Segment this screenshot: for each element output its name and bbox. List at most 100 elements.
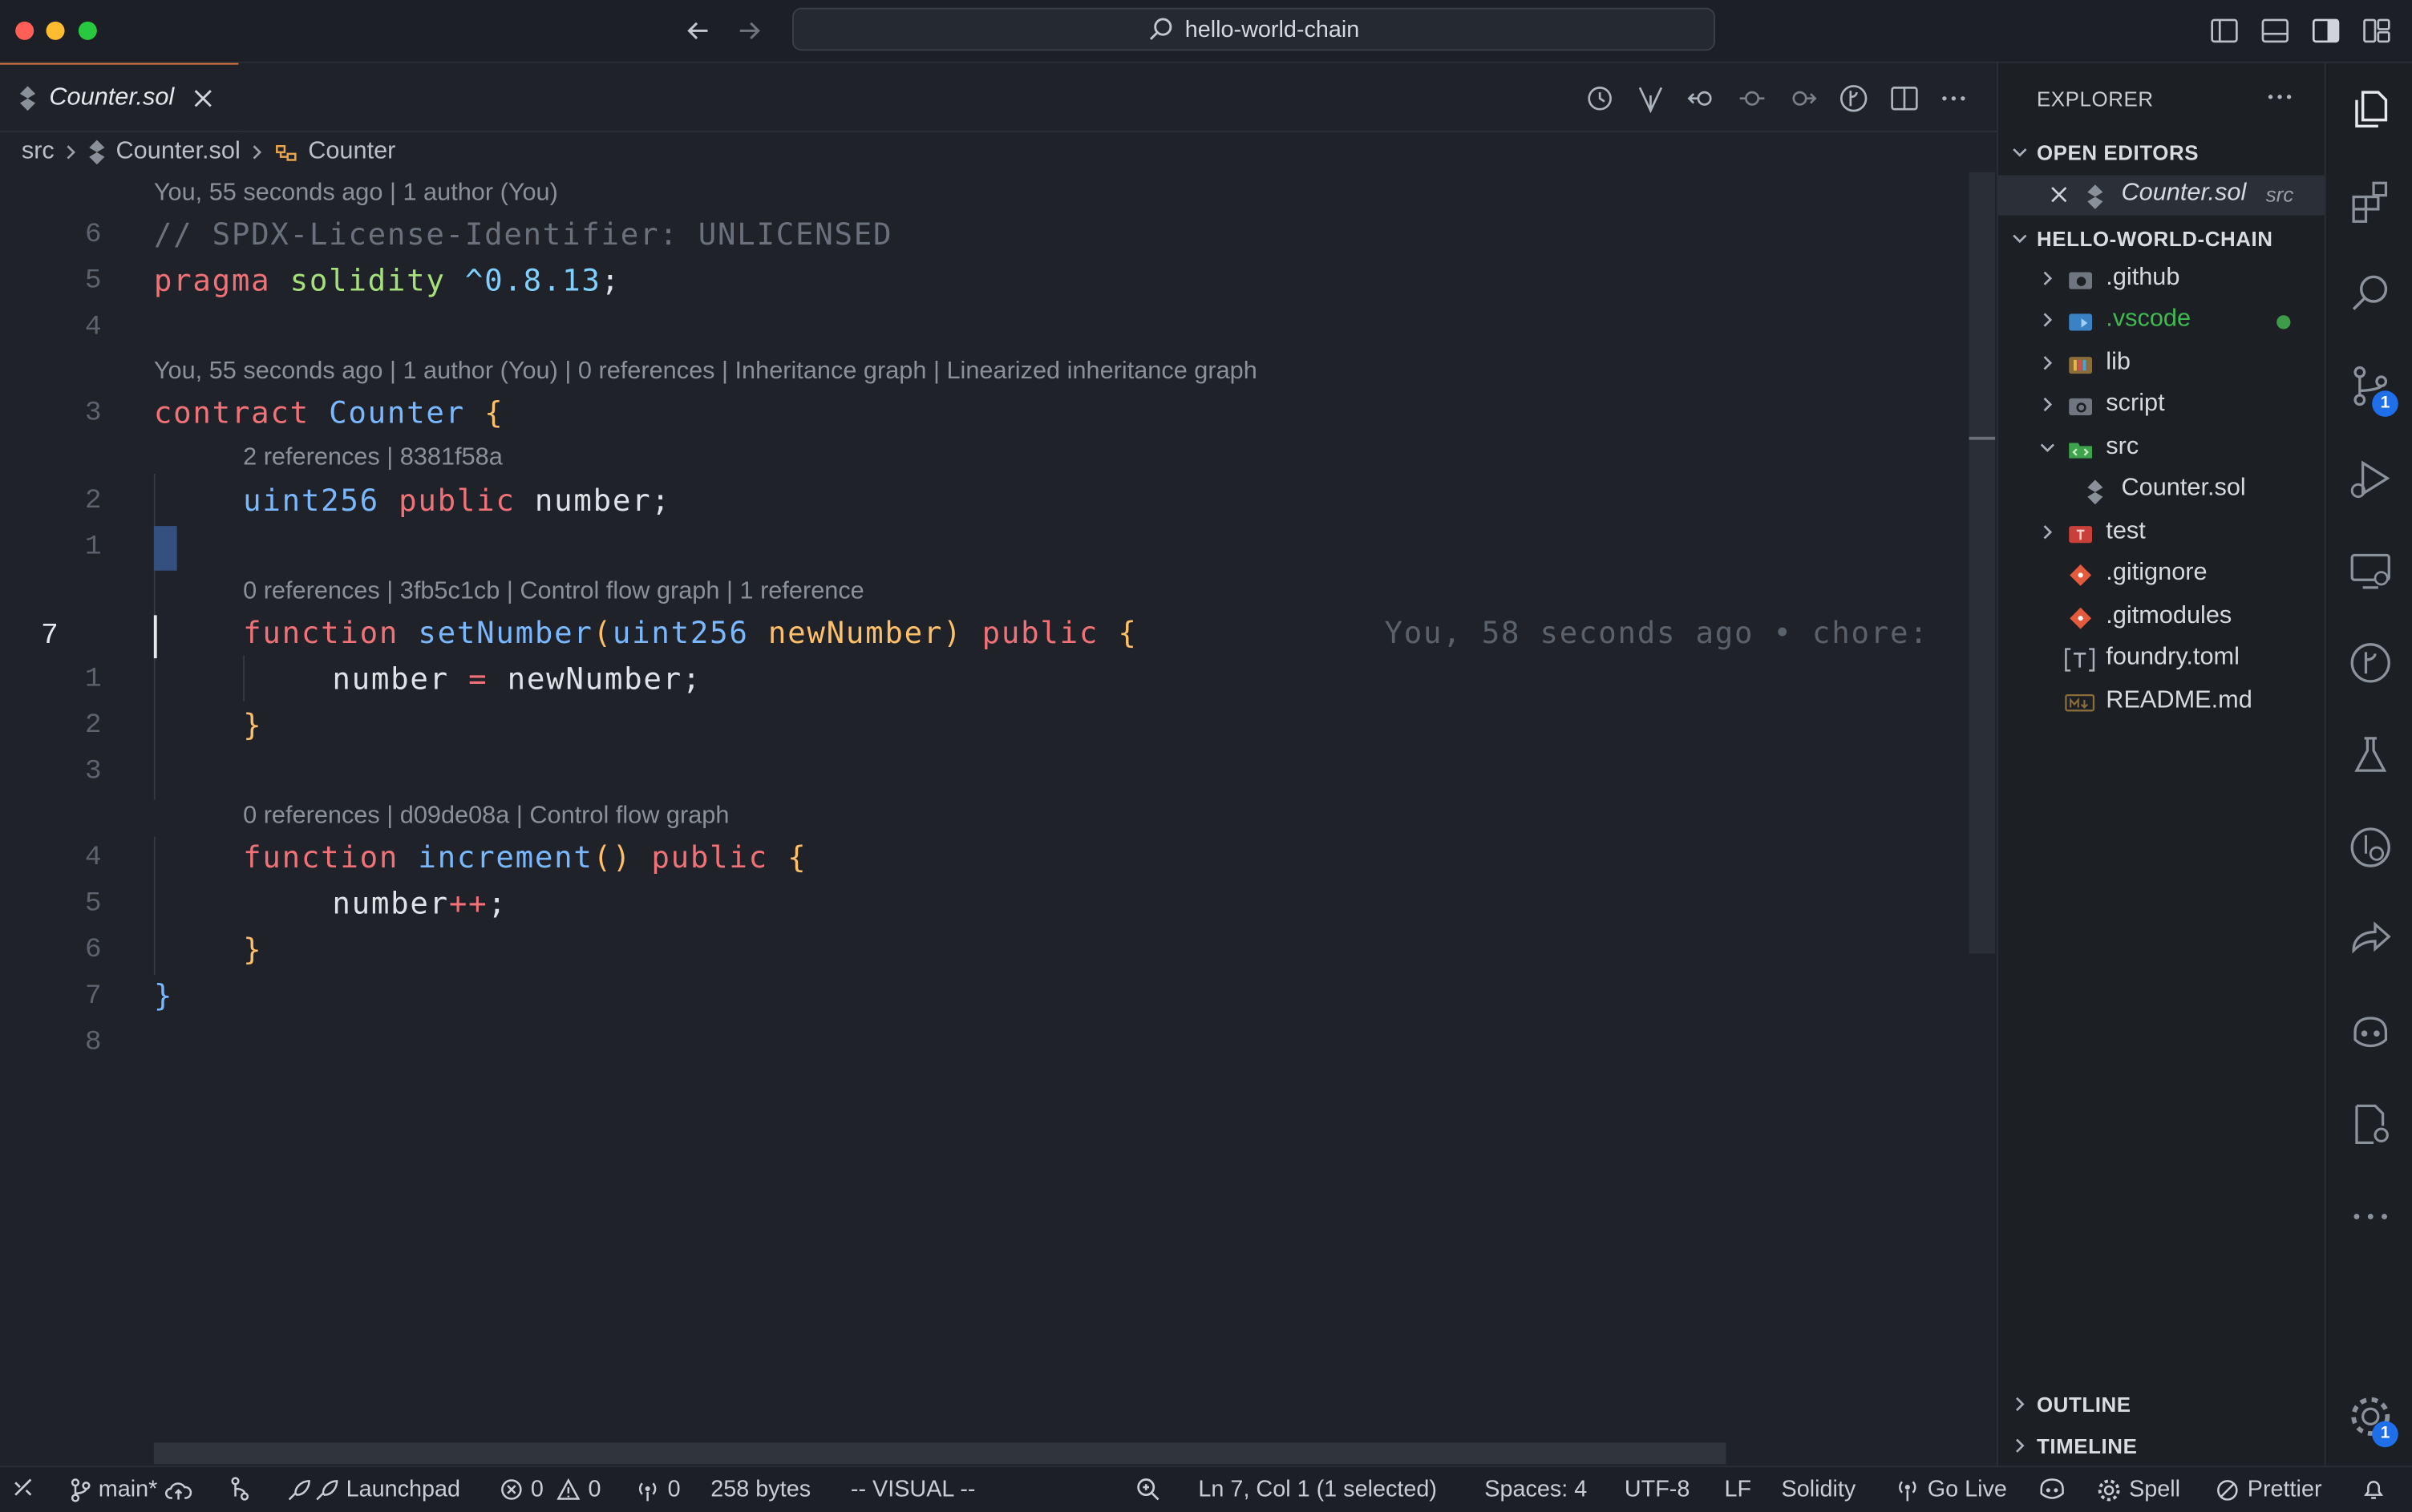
- tree-file-counter-sol[interactable]: Counter.sol: [1998, 471, 2325, 511]
- run-debug-icon[interactable]: [2347, 455, 2394, 502]
- line-number: 2: [84, 486, 102, 517]
- commit-icon[interactable]: [1737, 83, 1767, 114]
- code-lens[interactable]: You, 55 seconds ago | 1 author (You): [154, 180, 558, 208]
- problems-indicator[interactable]: 0 0: [500, 1477, 601, 1502]
- tree-file-foundry-toml[interactable]: foundry.toml: [1998, 640, 2325, 680]
- spell-checker[interactable]: Spell: [2097, 1476, 2181, 1503]
- line-number: 4: [84, 312, 102, 343]
- go-live-button[interactable]: Go Live: [1895, 1477, 2007, 1502]
- cursor-position[interactable]: Ln 7, Col 1 (1 selected): [1198, 1477, 1437, 1503]
- more-views-icon[interactable]: [2347, 1194, 2394, 1240]
- remote-indicator[interactable]: [12, 1477, 34, 1498]
- zoom-icon[interactable]: [1135, 1477, 1162, 1503]
- open-editor-item[interactable]: Counter.sol src: [1998, 175, 2325, 216]
- tree-folder-vscode[interactable]: .vscode: [1998, 301, 2325, 342]
- code-lens[interactable]: 2 references | 8381f58a: [243, 444, 503, 472]
- tree-folder-script[interactable]: script: [1998, 386, 2325, 427]
- copilot-status-icon[interactable]: [2038, 1477, 2066, 1502]
- solidity-file-icon: [2086, 479, 2112, 505]
- explorer-files-icon[interactable]: [2347, 86, 2394, 132]
- settings-sync-icon[interactable]: [2347, 1102, 2394, 1148]
- branch-indicator[interactable]: main*: [69, 1477, 192, 1502]
- git-graph-icon[interactable]: [1838, 83, 1868, 114]
- next-change-icon[interactable]: [1787, 83, 1818, 114]
- tree-file-gitignore[interactable]: .gitignore: [1998, 556, 2325, 596]
- encoding[interactable]: UTF-8: [1625, 1477, 1690, 1503]
- selection-highlight: [153, 526, 177, 571]
- close-tab-icon[interactable]: [192, 87, 214, 108]
- language-mode[interactable]: Solidity: [1782, 1477, 1856, 1503]
- indentation[interactable]: Spaces: 4: [1484, 1477, 1587, 1503]
- tree-file-gitmodules[interactable]: .gitmodules: [1998, 598, 2325, 638]
- outline-header[interactable]: OUTLINE: [2037, 1393, 2131, 1417]
- code-lens[interactable]: You, 55 seconds ago | 1 author (You) | 0…: [154, 358, 1257, 386]
- gitlens-icon[interactable]: [2347, 824, 2394, 871]
- tree-folder-src[interactable]: src: [1998, 429, 2325, 469]
- toggle-panel-icon[interactable]: [2260, 15, 2290, 46]
- search-icon[interactable]: [2347, 271, 2394, 317]
- breadcrumb: src Counter.sol Counter: [22, 135, 395, 169]
- tree-label: .vscode: [2106, 305, 2191, 333]
- editor-horizontal-scrollbar[interactable]: [153, 1442, 1726, 1465]
- previous-change-icon[interactable]: [1686, 83, 1717, 114]
- forward-arrow-icon[interactable]: [734, 15, 764, 46]
- customize-layout-icon[interactable]: [2361, 15, 2392, 46]
- explorer-more-icon[interactable]: [2264, 82, 2295, 112]
- prettier-formatter[interactable]: Prettier: [2215, 1477, 2322, 1502]
- history-icon[interactable]: [1584, 83, 1615, 114]
- contract-name: Counter: [329, 395, 465, 431]
- chevron-right-icon: [2038, 266, 2057, 291]
- editor-vertical-scrollbar[interactable]: [1969, 172, 1996, 954]
- chevron-down-icon[interactable]: [2010, 141, 2029, 163]
- back-arrow-icon[interactable]: [683, 15, 714, 46]
- remote-explorer-icon[interactable]: [2347, 548, 2394, 594]
- tree-folder-github[interactable]: .github: [1998, 260, 2325, 300]
- more-actions-icon[interactable]: [1938, 83, 1969, 114]
- solidity-file-icon: [88, 139, 107, 167]
- ports-indicator[interactable]: 0: [635, 1477, 681, 1502]
- copilot-icon[interactable]: [2347, 1009, 2394, 1055]
- chevron-right-icon: [2038, 350, 2057, 375]
- toggle-primary-sidebar-icon[interactable]: [2209, 15, 2240, 46]
- spell-label: Spell: [2129, 1476, 2181, 1503]
- live-share-icon[interactable]: [2347, 916, 2394, 963]
- timeline-header[interactable]: TIMELINE: [2037, 1435, 2137, 1458]
- chevron-down-icon[interactable]: [2010, 228, 2029, 249]
- close-window-button[interactable]: [15, 21, 34, 40]
- script-folder-icon: [2067, 394, 2094, 418]
- minimize-window-button[interactable]: [46, 21, 65, 40]
- command-center-search[interactable]: hello-world-chain: [791, 7, 1716, 51]
- code-editor[interactable]: You, 55 seconds ago | 1 author (You) You…: [0, 172, 1969, 1449]
- toggle-secondary-sidebar-icon[interactable]: [2310, 15, 2341, 46]
- breadcrumb-folder[interactable]: src: [22, 139, 55, 167]
- compare-branch-icon[interactable]: [1635, 83, 1665, 114]
- tree-folder-lib[interactable]: lib: [1998, 345, 2325, 385]
- breadcrumb-file[interactable]: Counter.sol: [116, 139, 241, 167]
- tree-label: test: [2106, 518, 2146, 545]
- code-lens[interactable]: 0 references | 3fb5c1cb | Control flow g…: [243, 578, 864, 606]
- notifications-bell-icon[interactable]: [2361, 1477, 2386, 1502]
- end-of-line[interactable]: LF: [1725, 1477, 1752, 1503]
- close-editor-icon[interactable]: [2049, 184, 2069, 204]
- solidity-file-icon: [18, 84, 37, 112]
- git-graph-status-icon[interactable]: [228, 1477, 253, 1502]
- project-header[interactable]: HELLO-WORLD-CHAIN: [2037, 228, 2273, 251]
- tree-file-readme[interactable]: README.md: [1998, 683, 2325, 723]
- brace: {: [787, 839, 807, 875]
- tab-label: Counter.sol: [49, 83, 175, 111]
- breadcrumb-symbol[interactable]: Counter: [308, 139, 395, 167]
- code-lens[interactable]: 0 references | d09de08a | Control flow g…: [243, 802, 729, 831]
- split-editor-icon[interactable]: [1889, 83, 1920, 114]
- launchpad-item[interactable]: Launchpad: [286, 1477, 460, 1502]
- chevron-right-icon[interactable]: [2010, 1433, 2029, 1458]
- explorer-title: EXPLORER: [2036, 87, 2154, 111]
- extensions-icon[interactable]: [2347, 179, 2394, 225]
- testing-flask-icon[interactable]: [2347, 732, 2394, 778]
- open-editors-header[interactable]: OPEN EDITORS: [2037, 141, 2199, 164]
- zoom-window-button[interactable]: [78, 21, 97, 40]
- tab-counter-sol[interactable]: Counter.sol: [0, 63, 239, 131]
- chevron-right-icon[interactable]: [2010, 1392, 2029, 1417]
- tree-folder-test[interactable]: test: [1998, 514, 2325, 554]
- search-icon: [1148, 15, 1176, 43]
- git-graph-icon[interactable]: [2347, 640, 2394, 686]
